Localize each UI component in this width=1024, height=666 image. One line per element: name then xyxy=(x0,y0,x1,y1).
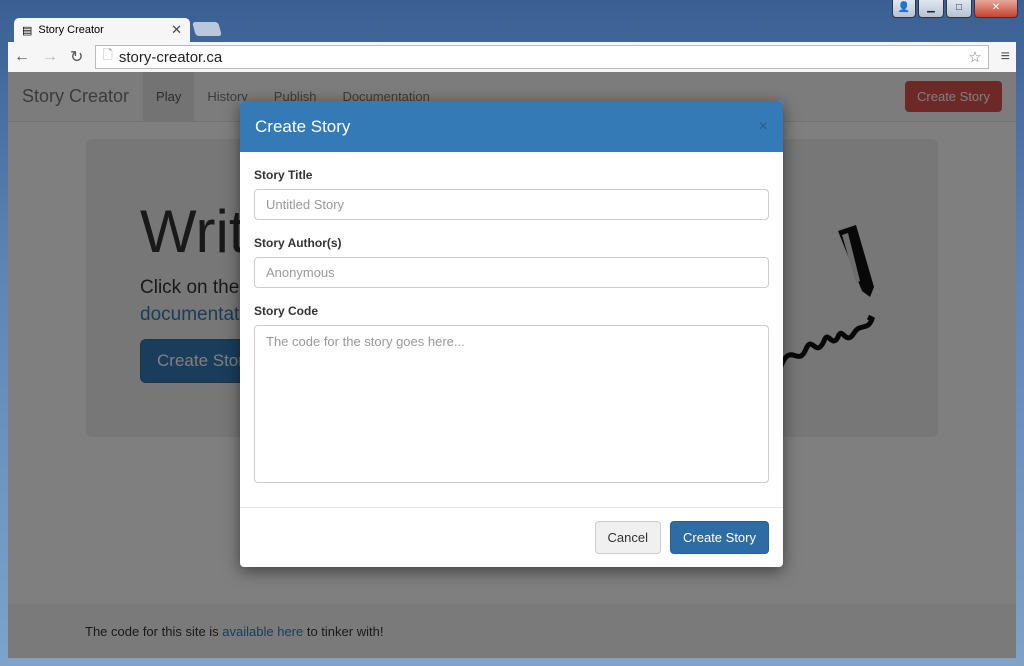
menu-icon[interactable]: ≡ xyxy=(1001,48,1010,66)
back-icon[interactable]: ← xyxy=(14,48,30,66)
tab-title: Story Creator xyxy=(38,24,104,36)
browser-tab[interactable]: ▤ Story Creator ✕ xyxy=(14,18,190,42)
address-bar[interactable]: 🗋 story-creator.ca ☆ xyxy=(95,45,989,69)
url-text: story-creator.ca xyxy=(118,48,223,66)
story-title-input[interactable]: Untitled Story xyxy=(254,189,769,220)
create-story-button[interactable]: Create Story xyxy=(670,521,769,554)
new-tab-button[interactable] xyxy=(192,22,222,36)
bookmark-star-icon[interactable]: ☆ xyxy=(968,48,981,66)
create-story-modal: Create Story × Story Title Untitled Stor… xyxy=(240,101,783,567)
maximize-button[interactable]: □ xyxy=(946,0,972,18)
story-code-label: Story Code xyxy=(254,304,319,318)
story-author-label: Story Author(s) xyxy=(254,236,342,250)
user-icon[interactable]: 👤 xyxy=(892,0,916,18)
close-icon[interactable]: × xyxy=(759,118,768,136)
document-icon: 🗋 xyxy=(102,47,113,62)
close-tab-icon[interactable]: ✕ xyxy=(171,22,182,38)
cancel-button[interactable]: Cancel xyxy=(594,521,662,554)
forward-icon[interactable]: → xyxy=(42,48,58,66)
modal-title: Create Story xyxy=(255,116,351,136)
browser-window: 👤 ▁ □ ✕ ▤ Story Creator ✕ ← → ↻ 🗋 story-… xyxy=(0,0,1024,666)
page-viewport: Story Creator PlayHistoryPublishDocument… xyxy=(8,72,1016,658)
story-author-input[interactable]: Anonymous xyxy=(254,257,769,288)
page-icon: ▤ xyxy=(22,24,33,37)
minimize-button[interactable]: ▁ xyxy=(918,0,944,18)
close-window-button[interactable]: ✕ xyxy=(974,0,1018,18)
browser-toolbar: ← → ↻ 🗋 story-creator.ca ☆ ≡ xyxy=(8,42,1016,72)
reload-icon[interactable]: ↻ xyxy=(70,47,83,67)
window-controls: 👤 ▁ □ ✕ xyxy=(892,0,1018,18)
story-title-label: Story Title xyxy=(254,168,313,182)
story-code-textarea[interactable]: The code for the story goes here... xyxy=(254,325,769,483)
